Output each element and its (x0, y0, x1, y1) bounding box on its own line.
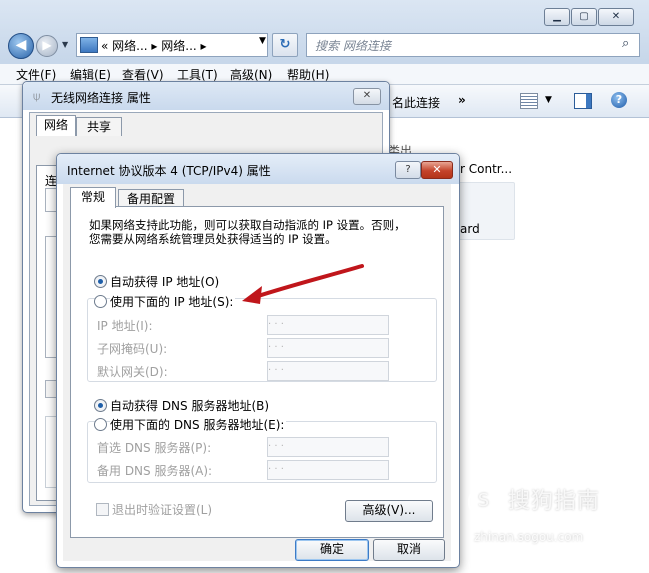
ok-button[interactable]: 确定 (295, 539, 369, 561)
manual-ip-radio[interactable] (94, 295, 107, 308)
advanced-button[interactable]: 高级(V)... (345, 500, 433, 522)
tcp-client: 常规 备用配置 如果网络支持此功能，则可以获取自动指派的 IP 设置。否则， 您… (63, 184, 451, 561)
manual-dns-radio[interactable] (94, 418, 107, 431)
tcp-general-page: 如果网络支持此功能，则可以获取自动指派的 IP 设置。否则， 您需要从网络系统管… (70, 206, 444, 538)
ip-address-field[interactable]: . . . (267, 315, 389, 335)
tcp-close-button[interactable]: ✕ (421, 161, 453, 179)
tab-sharing[interactable]: 共享 (76, 117, 122, 136)
tcp-help-button[interactable]: ? (395, 161, 421, 179)
forward-arrow-icon: ▶ (42, 38, 52, 52)
subnet-mask-field[interactable]: . . . (267, 338, 389, 358)
address-breadcrumb[interactable]: « 网络... ▸ 网络... ▸ (101, 37, 207, 54)
validate-label: 退出时验证设置(L) (112, 503, 213, 517)
alternate-dns-field[interactable]: . . . (267, 460, 389, 480)
manual-dns-label[interactable]: 使用下面的 DNS 服务器地址(E): (110, 416, 287, 433)
props-close-button[interactable]: ✕ (353, 88, 381, 105)
close-button[interactable]: ✕ (598, 8, 634, 26)
sogou-logo-icon: S (468, 486, 500, 518)
ip-address-label: IP 地址(I): (97, 319, 153, 333)
back-arrow-icon: ◀ (15, 37, 27, 53)
search-input[interactable]: 搜索 网络连接 (315, 37, 391, 54)
minimize-button[interactable]: ▁ (544, 8, 570, 26)
tcp-title: Internet 协议版本 4 (TCP/IPv4) 属性 (67, 164, 271, 178)
connection-name-fragment[interactable]: r Contr... (460, 162, 512, 176)
watermark-url: zhinan.sogou.com (474, 530, 584, 544)
network-folder-icon (80, 37, 98, 53)
manual-ip-label[interactable]: 使用下面的 IP 地址(S): (110, 293, 236, 310)
address-bar[interactable]: « 网络... ▸ 网络... ▸ ▼ (76, 33, 268, 57)
auto-ip-radio[interactable] (94, 275, 107, 288)
preferred-dns-label: 首选 DNS 服务器(P): (97, 441, 212, 455)
search-box[interactable]: 搜索 网络连接 ⌕ (306, 33, 640, 57)
tab-network[interactable]: 网络 (36, 115, 76, 136)
default-gateway-field[interactable]: . . . (267, 361, 389, 381)
address-dropdown-icon[interactable]: ▼ (259, 36, 266, 46)
preview-pane-icon[interactable] (574, 93, 592, 109)
view-options-icon[interactable] (520, 93, 538, 109)
more-commands-button[interactable]: » (458, 93, 466, 107)
rename-connection-command[interactable]: 名此连接 (392, 94, 440, 111)
intro-text-line2: 您需要从网络系统管理员处获得适当的 IP 设置。 (89, 232, 337, 246)
default-gateway-label: 默认网关(D): (97, 365, 168, 379)
subnet-mask-label: 子网掩码(U): (97, 342, 168, 356)
wireless-icon: ⍦ (33, 89, 41, 103)
refresh-button[interactable]: ↻ (272, 33, 298, 57)
watermark-brand: S 搜狗指南 (468, 483, 600, 518)
help-icon[interactable]: ? (611, 92, 627, 108)
tab-general[interactable]: 常规 (70, 187, 116, 208)
annotation-arrow (242, 264, 364, 304)
view-dropdown-icon[interactable]: ▼ (545, 95, 552, 105)
tcp-titlebar: Internet 协议版本 4 (TCP/IPv4) 属性 ? ✕ (57, 154, 459, 184)
search-icon[interactable]: ⌕ (622, 36, 634, 51)
tcpip-properties-dialog: Internet 协议版本 4 (TCP/IPv4) 属性 ? ✕ 常规 备用配… (56, 153, 460, 568)
props-title: 无线网络连接 属性 (51, 91, 151, 105)
refresh-icon: ↻ (279, 37, 291, 52)
auto-dns-label[interactable]: 自动获得 DNS 服务器地址(B) (110, 397, 269, 414)
maximize-button[interactable]: ▢ (571, 8, 597, 26)
back-button[interactable]: ◀ (8, 33, 34, 59)
cancel-button[interactable]: 取消 (373, 539, 445, 561)
connection-status-fragment: ard (460, 222, 480, 236)
validate-checkbox[interactable] (96, 503, 109, 516)
alternate-dns-label: 备用 DNS 服务器(A): (97, 464, 213, 478)
forward-button[interactable]: ▶ (36, 35, 58, 57)
auto-dns-radio[interactable] (94, 399, 107, 412)
auto-ip-label[interactable]: 自动获得 IP 地址(O) (110, 273, 219, 290)
watermark-text: 搜狗指南 (508, 489, 601, 514)
preferred-dns-field[interactable]: . . . (267, 437, 389, 457)
props-titlebar: ⍦ 无线网络连接 属性 ✕ (23, 82, 389, 110)
history-dropdown-icon[interactable]: ▼ (62, 40, 72, 50)
